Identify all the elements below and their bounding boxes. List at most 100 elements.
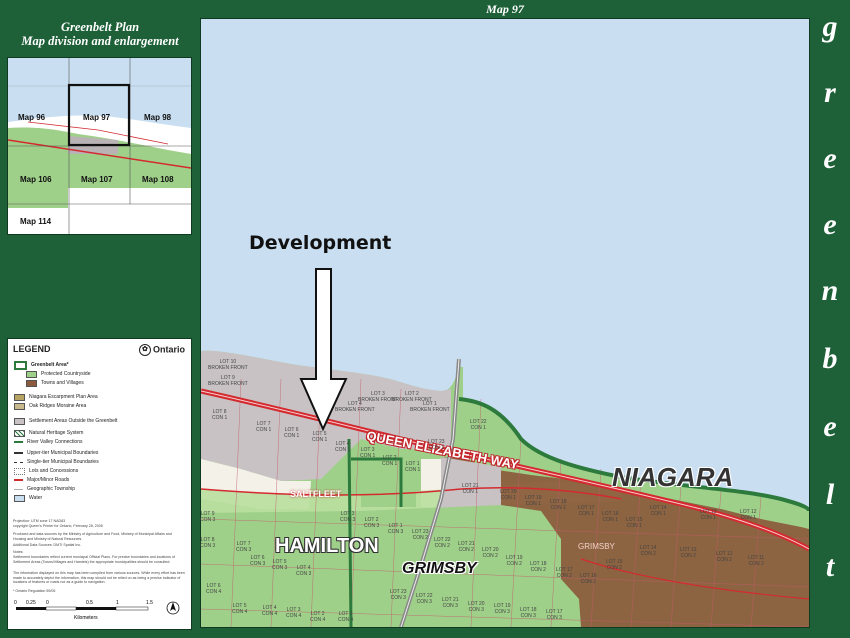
wordmark-letter: r	[824, 76, 836, 109]
fine-print: copyright Queen's Printer for Ontario, F…	[13, 524, 103, 528]
hamilton-label: HAMILTON	[275, 535, 379, 557]
legend-item: Protected Countryside	[26, 370, 90, 378]
lot-label: LOT 4 CON 3	[296, 565, 312, 577]
legend-swatch	[14, 488, 23, 490]
legend-swatch	[26, 370, 37, 378]
legend-item: Towns and Villages	[26, 379, 84, 387]
lot-label: LOT 1 BROKEN FRONT	[410, 401, 450, 413]
lot-label: LOT 17 CON 3	[546, 609, 563, 621]
legend-swatch	[14, 441, 23, 443]
lot-label: LOT 4 BROKEN FRONT	[335, 401, 375, 413]
lot-label: LOT 4 CON 4	[262, 605, 278, 617]
scale-label: 0	[14, 600, 17, 606]
scale-label: 0.25	[26, 600, 36, 606]
map-title: Map 97	[486, 2, 524, 16]
index-tile-114: Map 114	[20, 217, 52, 226]
legend-swatch	[14, 467, 25, 475]
lot-label: LOT 8 CON 3	[200, 537, 216, 549]
lot-label: LOT 21 CON 3	[442, 597, 459, 609]
lot-label: LOT 19 CON 1	[525, 495, 542, 507]
legend-item: Water	[14, 494, 42, 502]
fine-print: Notes:	[13, 550, 24, 554]
fine-print: Additional Data Sources: DMTI Spatial In…	[13, 543, 82, 547]
lot-label: LOT 5 CON 1	[312, 431, 328, 443]
lot-label: LOT 20 CON 3	[468, 601, 485, 613]
lot-label: LOT 17 CON 1	[578, 505, 595, 517]
lot-label: LOT 3 CON 1	[360, 447, 376, 459]
index-tile-108: Map 108	[142, 175, 174, 184]
legend-item: Greenbelt Area*	[14, 360, 69, 370]
lot-label: LOT 23 CON 2	[412, 529, 429, 541]
fine-print: Produced and data sources by the Ministr…	[13, 532, 172, 541]
lot-label: LOT 15 CON 1	[626, 517, 643, 529]
lot-label: LOT 20 CON 1	[500, 489, 517, 501]
lot-label: LOT 19 CON 3	[494, 603, 511, 615]
lot-label: LOT 1 CON 4	[338, 611, 354, 623]
lot-label: LOT 8 CON 1	[212, 409, 228, 421]
lot-label: LOT 18 CON 1	[550, 499, 567, 511]
legend-swatch	[14, 494, 25, 502]
lot-label: LOT 11 CON 2	[748, 555, 765, 567]
lot-label: LOT 22 CON 3	[416, 593, 433, 605]
legend-item: Geographic Township	[14, 485, 75, 493]
wordmark-letter: e	[823, 142, 837, 175]
fine-print: The information displayed on this map ha…	[13, 571, 185, 584]
lot-label: LOT 5 CON 4	[232, 603, 248, 615]
lot-label: LOT 9 CON 3	[200, 511, 216, 523]
lot-label: LOT 19 CON 2	[506, 555, 523, 567]
legend-heading: LEGEND	[13, 344, 51, 354]
lot-label: LOT 21 CON 1	[462, 483, 479, 495]
legend-item: River Valley Connections	[14, 438, 83, 446]
ontario-label: Ontario	[152, 344, 185, 355]
index-tile-106: Map 106	[20, 175, 52, 184]
legend-swatch	[14, 360, 27, 370]
fine-print: Settlement boundaries reflect current mu…	[13, 555, 175, 564]
lot-label: LOT 12 CON 2	[716, 551, 733, 563]
legend-item: Settlement Areas Outside the Greenbelt	[14, 417, 117, 425]
legend-swatch	[14, 461, 23, 463]
lot-label: LOT 21 CON 2	[458, 541, 475, 553]
lot-label: LOT 2 CON 4	[310, 611, 326, 623]
wordmark-letter: t	[825, 550, 835, 583]
lot-label: LOT 10 BROKEN FRONT	[208, 359, 248, 371]
niagara-label: NIAGARA	[612, 462, 734, 492]
wordmark-letter: e	[823, 208, 837, 241]
saltfleet-label: SALTFLEET	[290, 489, 342, 499]
grimsby-label: GRIMSBY	[402, 560, 477, 577]
legend-swatch	[14, 452, 23, 454]
index-tile-107: Map 107	[81, 175, 113, 184]
scale-label: 0	[46, 600, 49, 606]
lot-label: LOT 2 CON 3	[364, 517, 380, 529]
legend-swatch	[26, 379, 37, 387]
scale-label: 1	[116, 600, 119, 606]
lot-label: LOT 1 CON 1	[405, 461, 421, 473]
scale-unit: Kilometers	[74, 615, 98, 621]
wordmark-letter: b	[822, 342, 838, 375]
legend-item: Natural Heritage System	[14, 429, 83, 437]
lot-label: LOT 5 CON 3	[272, 559, 288, 571]
legend-item: Single-tier Municipal Boundaries	[14, 458, 99, 466]
scale-label: 0.5	[86, 600, 93, 606]
lot-label: LOT 18 CON 3	[520, 607, 537, 619]
legend-item: Upper-tier Municipal Boundaries	[14, 449, 98, 457]
lot-label: LOT 14 CON 2	[640, 545, 657, 557]
lot-label: LOT 16 CON 1	[602, 511, 619, 523]
lot-label: LOT 3 CON 3	[340, 511, 356, 523]
index-tile-98: Map 98	[144, 113, 172, 122]
lot-label: LOT 6 CON 1	[284, 427, 300, 439]
lot-label: LOT 6 CON 4	[206, 583, 222, 595]
legend-item: Lots and Concessions	[14, 467, 78, 475]
lot-label: LOT 9 BROKEN FRONT	[208, 375, 248, 387]
fine-print: * Ontario Regulation 59/05	[13, 589, 56, 593]
legend-swatch	[14, 402, 25, 410]
index-tile-97: Map 97	[83, 113, 111, 122]
lot-label: LOT 14 CON 1	[650, 505, 667, 517]
lot-label: LOT 18 CON 2	[530, 561, 547, 573]
legend-item: Oak Ridges Moraine Area	[14, 402, 86, 410]
trillium-icon: ✿	[138, 344, 151, 356]
lot-label: LOT 3 CON 4	[286, 607, 302, 619]
legend-swatch	[14, 417, 25, 425]
lot-label: LOT 15 CON 2	[606, 559, 623, 571]
legend-swatch	[14, 479, 23, 481]
wordmark-letter: n	[821, 274, 839, 307]
